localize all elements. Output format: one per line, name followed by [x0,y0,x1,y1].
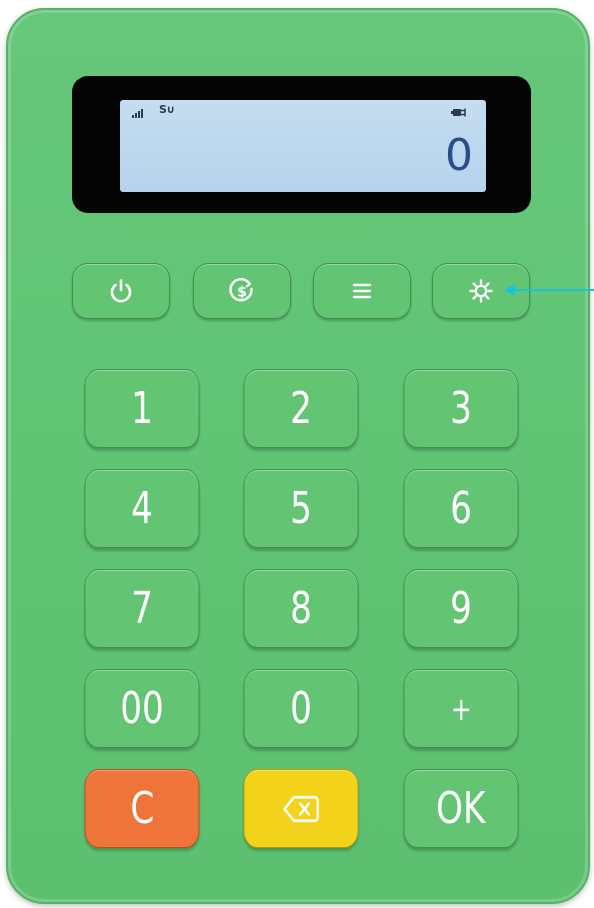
key-7[interactable]: 7 [84,569,200,648]
svg-text:$: $ [237,285,247,301]
key-1-label: 1 [131,383,153,434]
annotation-arrow-icon [504,284,515,296]
key-3[interactable]: 3 [403,369,519,448]
clear-button-label: C [130,783,154,834]
dollar-coin-icon: $ [229,278,253,302]
key-5[interactable]: 5 [243,469,359,548]
settings-gear-icon [469,279,493,303]
lcd-screen: S∪ 0 [120,100,486,192]
key-plus-label: + [450,689,472,728]
backspace-icon [283,795,319,822]
network-status-label: S∪ [159,103,175,116]
key-4[interactable]: 4 [84,469,200,548]
settings-button[interactable] [432,263,530,319]
key-6-label: 6 [450,483,472,534]
power-button[interactable] [72,263,170,319]
key-plus[interactable]: + [403,669,519,748]
signal-bars-icon [132,108,143,118]
menu-icon [352,283,372,299]
key-3-label: 3 [450,383,472,434]
key-5-label: 5 [290,483,312,534]
key-2[interactable]: 2 [243,369,359,448]
key-4-label: 4 [131,483,153,534]
annotation-arrow-line [512,289,594,291]
key-double-zero-label: 00 [120,683,164,734]
key-2-label: 2 [290,383,312,434]
power-icon [110,279,132,303]
key-9-label: 9 [450,583,472,634]
key-0-label: 0 [290,683,312,734]
key-6[interactable]: 6 [403,469,519,548]
ok-button-label: OK [436,783,486,834]
amount-display: 0 [445,130,473,181]
key-8[interactable]: 8 [243,569,359,648]
backspace-button[interactable] [243,769,359,848]
key-double-zero[interactable]: 00 [84,669,200,748]
key-0[interactable]: 0 [243,669,359,748]
ok-button[interactable]: OK [403,769,519,848]
key-8-label: 8 [290,583,312,634]
key-1[interactable]: 1 [84,369,200,448]
key-7-label: 7 [131,583,153,634]
key-9[interactable]: 9 [403,569,519,648]
menu-button[interactable] [313,263,411,319]
clear-button[interactable]: C [84,769,200,848]
battery-charging-icon [451,108,466,117]
payment-button[interactable]: $ [193,263,291,319]
